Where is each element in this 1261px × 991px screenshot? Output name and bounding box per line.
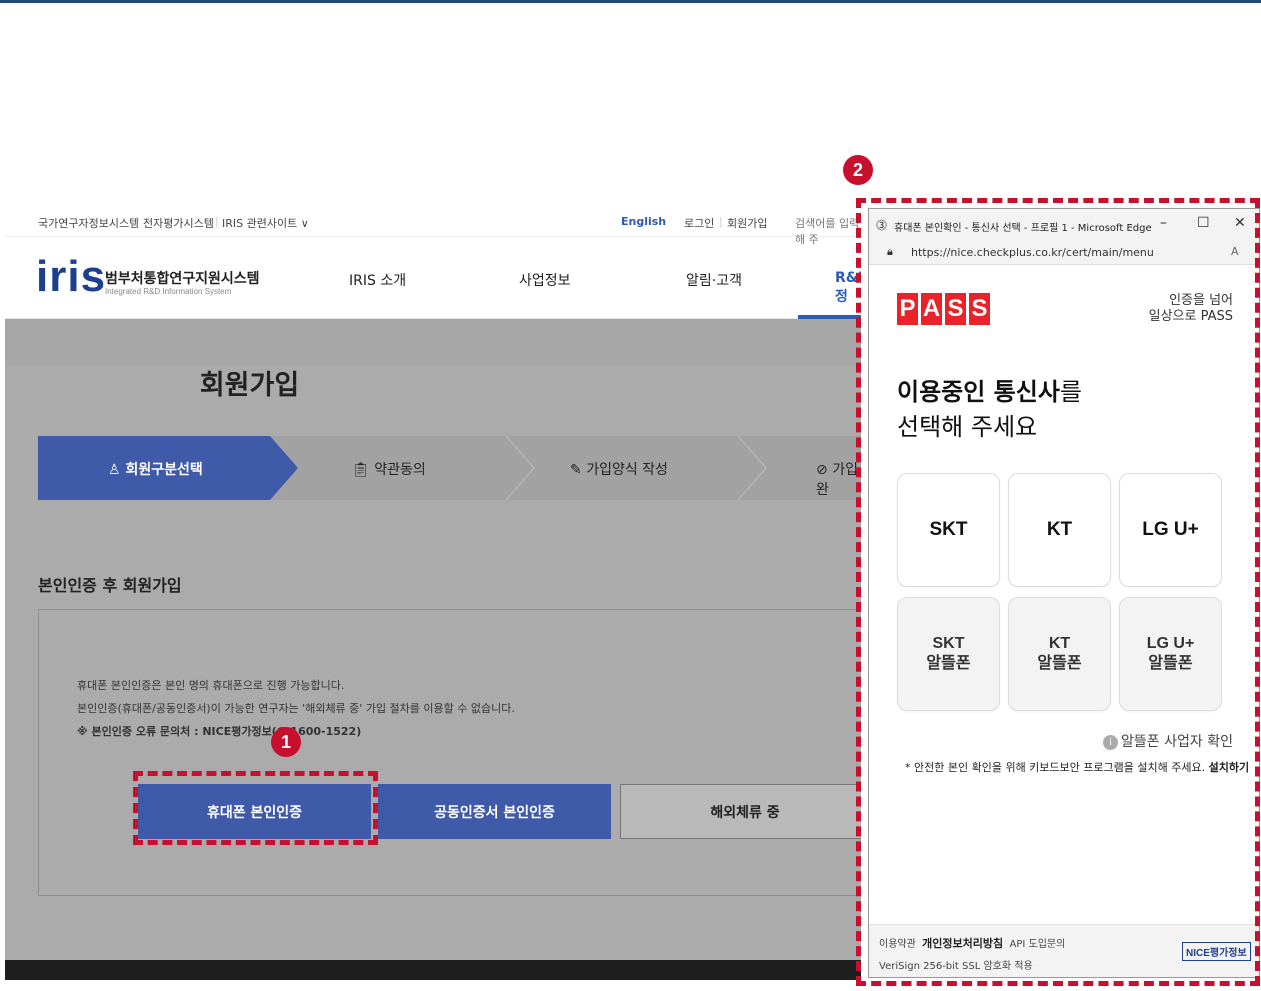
util-separator: | xyxy=(135,215,139,228)
step-chevron xyxy=(738,436,767,500)
overseas-button[interactable]: 해외체류 중 xyxy=(620,784,861,839)
step-1-label: ♙ 회원구분선택 xyxy=(108,462,203,478)
utility-bar: 국가연구자정보시스템 | 전자평가시스템 | IRIS 관련사이트 ∨ Engl… xyxy=(5,207,861,246)
clipboard-icon: 📋︎ xyxy=(352,462,370,478)
logo-subtitle: Integrated R&D Information System xyxy=(105,287,232,296)
english-link[interactable]: English xyxy=(621,215,666,228)
step-4-label: ⊘ 가입완 xyxy=(816,462,858,498)
iris-website: 국가연구자정보시스템 | 전자평가시스템 | IRIS 관련사이트 ∨ Engl… xyxy=(5,207,861,980)
join-link[interactable]: 회원가입 xyxy=(727,215,767,231)
user-icon: ♙ xyxy=(108,462,121,478)
menu-iris-intro[interactable]: IRIS 소개 xyxy=(349,270,406,290)
step-2-label: 📋︎ 약관동의 xyxy=(352,462,426,478)
menu-business-info[interactable]: 사업정보 xyxy=(519,270,571,290)
notice-line-1: 휴대폰 본인인증은 본인 명의 휴대폰으로 진행 가능합니다. xyxy=(77,679,345,692)
cert-verify-button[interactable]: 공동인증서 본인인증 xyxy=(378,784,611,839)
link-evaluation-system[interactable]: 전자평가시스템 xyxy=(143,215,214,231)
step-badge-2: 2 xyxy=(843,155,873,185)
pencil-icon: ✎ xyxy=(570,462,582,478)
site-footer xyxy=(5,960,861,980)
menu-notice[interactable]: 알림·고객 xyxy=(686,270,742,290)
step-chevron xyxy=(506,436,535,500)
logo-title: 범부처통합연구지원시스템 xyxy=(105,271,260,287)
verification-box xyxy=(38,609,861,896)
highlight-box-phone-button xyxy=(133,771,378,845)
util-separator: | xyxy=(719,215,723,228)
notice-line-3: ※ 본인인증 오류 문의처 : NICE평가정보(☎1600-1522) xyxy=(77,725,362,738)
submenu-bar xyxy=(5,319,861,365)
step-badge-1: 1 xyxy=(271,727,301,757)
modal-overlay: 회원가입 ♙ 회원구분선택 📋︎ 약관동의 ✎ 가입양식 작성 ⊘ 가입완 본인… xyxy=(5,319,861,980)
link-researcher-system[interactable]: 국가연구자정보시스템 xyxy=(38,215,139,231)
login-link[interactable]: 로그인 xyxy=(684,215,714,231)
iris-logo[interactable]: iris xyxy=(36,252,106,302)
main-nav: iris 범부처통합연구지원시스템 Integrated R&D Informa… xyxy=(5,237,861,319)
section-title: 본인인증 후 회원가입 xyxy=(38,576,182,595)
page-title: 회원가입 xyxy=(199,370,300,401)
notice-line-2: 본인인증(휴대폰/공동인증서)이 가능한 연구자는 '해외체류 중' 가입 절차… xyxy=(77,702,515,715)
step-3-label: ✎ 가입양식 작성 xyxy=(570,462,668,478)
check-circle-icon: ⊘ xyxy=(816,462,828,478)
highlight-box-popup xyxy=(856,198,1260,986)
join-steps: ♙ 회원구분선택 📋︎ 약관동의 ✎ 가입양식 작성 ⊘ 가입완 xyxy=(38,436,861,500)
top-accent-line xyxy=(0,0,1261,3)
util-separator: | xyxy=(215,215,219,228)
related-sites-dropdown[interactable]: IRIS 관련사이트 ∨ xyxy=(222,215,309,231)
